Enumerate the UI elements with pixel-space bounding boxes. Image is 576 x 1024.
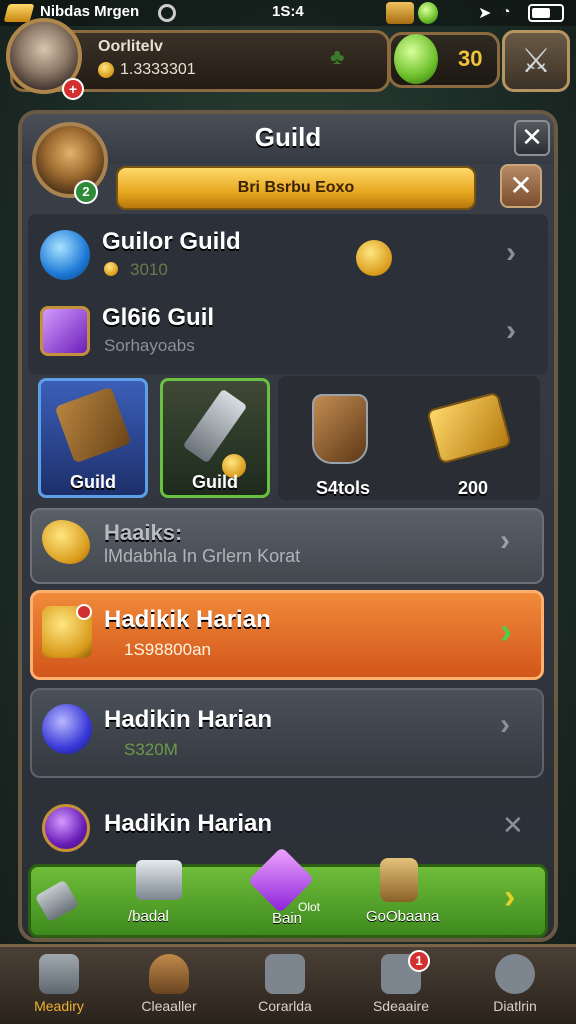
location-icon: ➤ — [478, 5, 492, 22]
nav-label: Corarlda — [258, 998, 312, 1014]
banner-close-button[interactable]: ✕ — [500, 164, 542, 208]
guild-card-label: Guild — [192, 472, 238, 492]
battle-settings-button[interactable]: ⚔ — [502, 30, 570, 92]
avatar-notification-badge: + — [62, 78, 84, 100]
mission-title: Hadikin Harian — [104, 706, 273, 733]
nav-item-shop[interactable]: Cleaaller — [114, 944, 224, 1024]
nav-item-quests[interactable]: Sdeaaire — [346, 944, 456, 1024]
nav-item-guild[interactable]: Corarlda — [230, 944, 340, 1024]
wood-weapon-icon — [54, 386, 132, 464]
purple-medal-icon — [42, 804, 90, 852]
helmet-icon — [495, 954, 535, 994]
gold-bar-icon — [3, 4, 35, 22]
guild-row-sub: Sorhayoabs — [104, 336, 195, 355]
mission-bar-highlighted[interactable] — [30, 590, 544, 680]
green-gem-icon — [418, 2, 438, 24]
nav-item-more[interactable]: Diatlrin — [460, 944, 570, 1024]
signal-icon: ◔ — [502, 3, 511, 19]
player-gold: 1.3333301 — [120, 61, 196, 78]
blue-swirl-icon — [42, 704, 92, 754]
mission-title: Haaiks: — [104, 520, 183, 545]
red-alert-dot — [76, 604, 92, 620]
bag-icon — [149, 954, 189, 994]
chevron-right-icon: › — [506, 314, 516, 347]
strip-label: GoObaana — [366, 908, 440, 925]
mission-title: Hadikik Harian — [104, 606, 271, 633]
nav-label: Diatlrin — [493, 998, 537, 1014]
guild-banner[interactable]: Bri Bsrbu Eoxo — [116, 166, 476, 210]
blade-weapon-icon — [182, 388, 248, 464]
guild-row-title: Gl6i6 Guil — [102, 304, 215, 331]
guild-card-label: Guild — [70, 472, 116, 492]
chest-icon — [386, 2, 414, 24]
status-indicator-icon — [158, 4, 176, 22]
strip-label: /badal — [128, 908, 169, 925]
lantern-icon — [380, 858, 418, 902]
gauntlet-icon[interactable] — [312, 394, 368, 464]
nav-label: Sdeaaire — [372, 998, 430, 1014]
castle-icon — [265, 954, 305, 994]
guild-row-title: Guilor Guild — [102, 228, 241, 255]
mission-sub: S320M — [124, 740, 178, 759]
chevron-right-icon: › — [500, 610, 512, 651]
purple-cube-icon — [40, 306, 90, 356]
gold-medal-icon — [356, 240, 392, 276]
green-gem-currency-icon — [394, 34, 438, 84]
currency-amount: 30 — [458, 46, 483, 71]
chevron-right-icon: › — [500, 708, 510, 741]
strip-label: Bain — [272, 910, 303, 927]
status-time: 1S:4 — [272, 3, 304, 20]
guild-level-badge: 2 — [74, 180, 98, 204]
battery-icon — [528, 4, 564, 22]
close-small-icon[interactable]: ✕ — [502, 810, 524, 841]
player-name: Oorlitelv — [98, 38, 163, 55]
nav-item-home[interactable]: Meadiry — [4, 944, 114, 1024]
home-icon — [39, 954, 79, 994]
silver-ore-icon — [136, 860, 182, 900]
gold-coin-icon — [98, 62, 114, 78]
guild-row-sub: 3010 — [130, 260, 168, 279]
mission-title: Hadikin Harian — [104, 810, 273, 837]
chevron-right-icon: › — [506, 236, 516, 269]
gold-scroll-label: 200 — [457, 478, 489, 498]
nav-label: Cleaaller — [141, 998, 197, 1014]
gauntlet-label: S4tols — [315, 478, 371, 498]
blue-orb-icon — [40, 230, 90, 280]
status-player-name: Nibdas Mrgen — [40, 3, 140, 20]
nav-notification-badge: 1 — [408, 950, 430, 972]
mission-sub: 1S98800an — [124, 640, 211, 659]
chevron-right-icon: › — [500, 524, 510, 557]
chevron-right-icon: › — [504, 878, 516, 916]
small-coin-icon — [104, 262, 118, 276]
mission-sub: lMdabhla In Grlern Korat — [104, 546, 301, 566]
clover-icon: ♣ — [330, 44, 345, 69]
nav-label: Meadiry — [34, 998, 84, 1014]
close-panel-button[interactable]: ✕ — [514, 120, 550, 156]
